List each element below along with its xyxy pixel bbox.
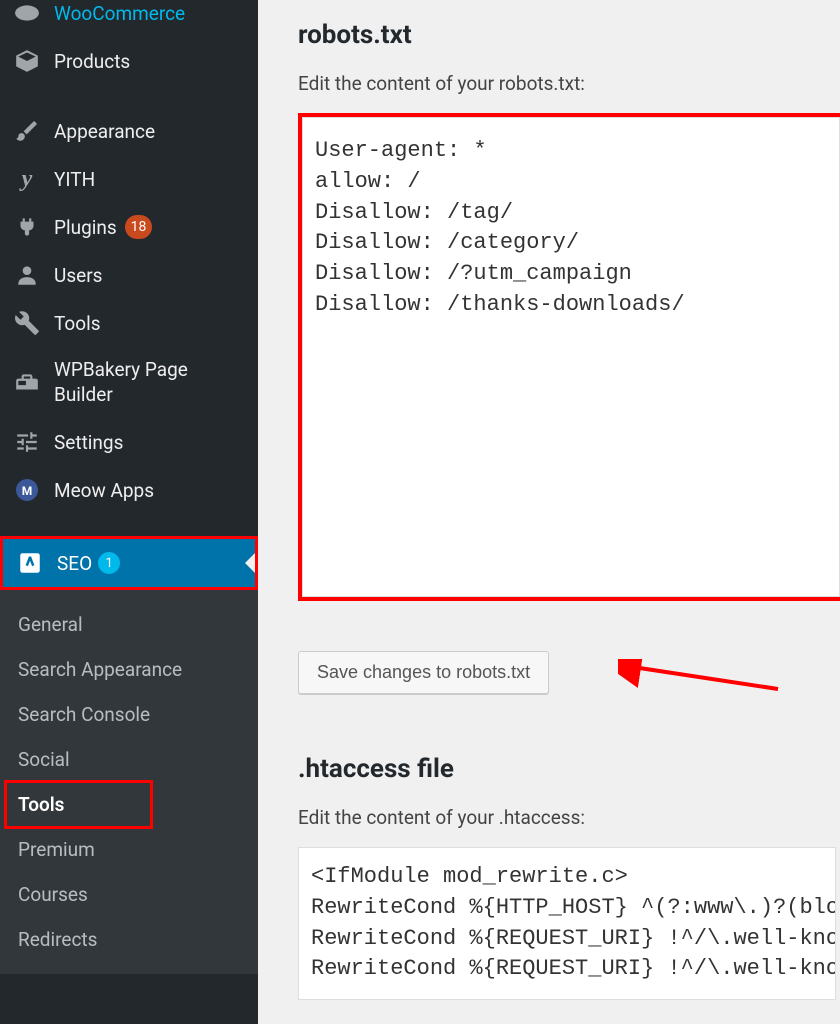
robots-desc: Edit the content of your robots.txt: bbox=[298, 72, 840, 95]
robots-editor[interactable] bbox=[302, 117, 840, 597]
plugins-count-badge: 18 bbox=[125, 215, 153, 239]
htaccess-heading: .htaccess file bbox=[298, 754, 840, 784]
yith-icon: y bbox=[12, 166, 42, 192]
htaccess-desc: Edit the content of your .htaccess: bbox=[298, 806, 840, 829]
sidebar-item-label: Products bbox=[54, 50, 130, 73]
submenu-item-search-console[interactable]: Search Console bbox=[0, 692, 258, 737]
sidebar-item-label: Users bbox=[54, 264, 102, 287]
sidebar-item-wpbakery[interactable]: WPBakery Page Builder bbox=[0, 347, 258, 418]
submenu-item-premium[interactable]: Premium bbox=[0, 827, 258, 872]
wrench-icon bbox=[12, 310, 42, 336]
svg-text:M: M bbox=[22, 484, 33, 498]
sidebar-item-label: Settings bbox=[54, 431, 123, 454]
sidebar-item-label: WooCommerce bbox=[54, 2, 185, 25]
submenu-item-redirects[interactable]: Redirects bbox=[0, 917, 258, 962]
sliders-icon bbox=[12, 429, 42, 455]
save-robots-button[interactable]: Save changes to robots.txt bbox=[298, 651, 549, 694]
sidebar-item-label: SEO bbox=[57, 552, 92, 575]
admin-sidebar: WooCommerce Products Appearance y YITH P… bbox=[0, 0, 258, 1024]
yoast-icon bbox=[15, 550, 45, 576]
submenu-item-social[interactable]: Social bbox=[0, 737, 258, 782]
main-content: robots.txt Edit the content of your robo… bbox=[258, 0, 840, 1024]
wpbakery-icon bbox=[12, 370, 42, 396]
submenu-item-general[interactable]: General bbox=[0, 602, 258, 647]
brush-icon bbox=[12, 118, 42, 144]
sidebar-item-label: Plugins bbox=[54, 216, 117, 239]
sidebar-item-label: YITH bbox=[54, 168, 95, 191]
sidebar-item-meow-apps[interactable]: M Meow Apps bbox=[0, 466, 258, 514]
sidebar-item-products[interactable]: Products bbox=[0, 37, 258, 85]
submenu-item-search-appearance[interactable]: Search Appearance bbox=[0, 647, 258, 692]
annotation-arrow bbox=[618, 659, 788, 699]
submenu-item-label: Tools bbox=[18, 793, 64, 816]
seo-count-badge: 1 bbox=[98, 552, 120, 574]
sidebar-item-tools[interactable]: Tools bbox=[0, 299, 258, 347]
box-icon bbox=[12, 48, 42, 74]
sidebar-item-appearance[interactable]: Appearance bbox=[0, 107, 258, 155]
sidebar-item-yith[interactable]: y YITH bbox=[0, 155, 258, 203]
sidebar-item-plugins[interactable]: Plugins 18 bbox=[0, 203, 258, 251]
plug-icon bbox=[12, 214, 42, 240]
sidebar-item-label: WPBakery Page Builder bbox=[54, 358, 246, 407]
meow-icon: M bbox=[12, 477, 42, 503]
robots-editor-highlight bbox=[298, 113, 840, 601]
sidebar-item-users[interactable]: Users bbox=[0, 251, 258, 299]
woo-icon bbox=[12, 0, 42, 26]
user-icon bbox=[12, 262, 42, 288]
sidebar-item-woocommerce[interactable]: WooCommerce bbox=[0, 0, 258, 37]
htaccess-editor[interactable]: <IfModule mod_rewrite.c> RewriteCond %{H… bbox=[298, 847, 836, 1000]
seo-submenu: General Search Appearance Search Console… bbox=[0, 590, 258, 974]
submenu-item-tools[interactable]: Tools bbox=[0, 782, 258, 827]
sidebar-item-label: Tools bbox=[54, 312, 101, 335]
sidebar-item-settings[interactable]: Settings bbox=[0, 418, 258, 466]
sidebar-item-label: Meow Apps bbox=[54, 479, 154, 502]
robots-heading: robots.txt bbox=[298, 20, 840, 50]
submenu-item-courses[interactable]: Courses bbox=[0, 872, 258, 917]
sidebar-item-label: Appearance bbox=[54, 120, 155, 143]
sidebar-item-seo[interactable]: SEO 1 bbox=[3, 539, 255, 587]
